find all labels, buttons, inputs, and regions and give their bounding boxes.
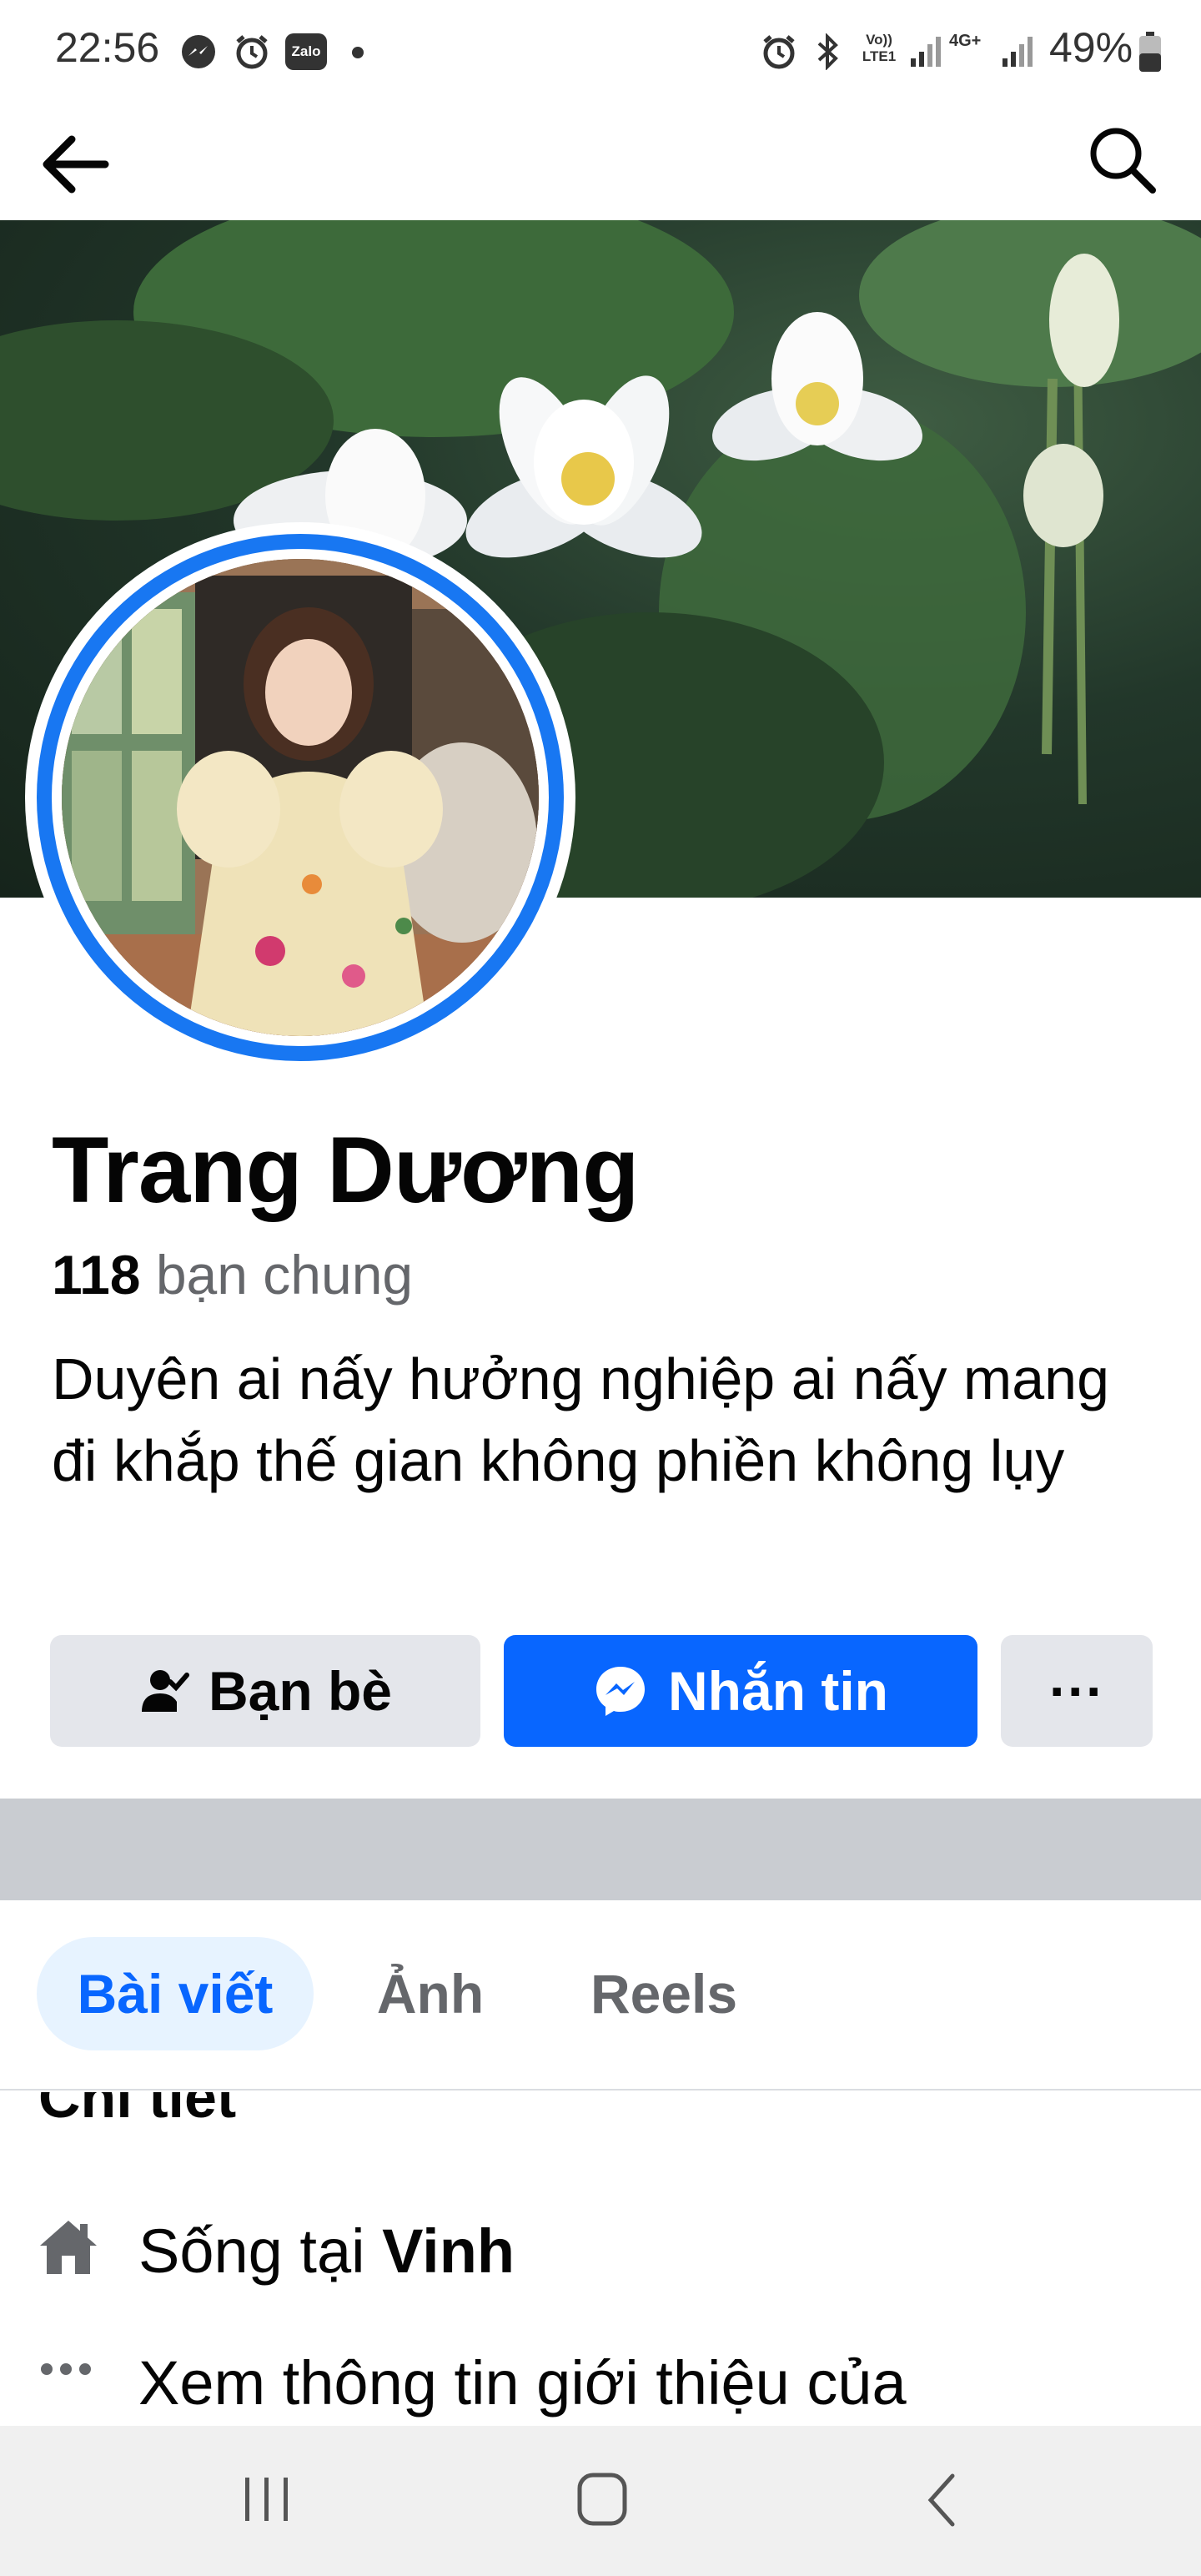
dot-icon <box>352 47 364 58</box>
messenger-icon <box>596 1667 646 1716</box>
avatar-photo <box>62 559 539 1036</box>
mutual-friends-label: bạn chung <box>155 1244 414 1306</box>
see-about-text: Xem thông tin giới thiệu của <box>138 2348 907 2418</box>
signal-icon <box>911 37 941 67</box>
tab-posts[interactable]: Bài viết <box>37 1937 314 2050</box>
friends-button[interactable]: Bạn bè <box>50 1635 480 1747</box>
profile-bio: Duyên ai nấy hưởng nghiệp ai nấy mang đi… <box>52 1346 1110 1493</box>
bluetooth-icon <box>817 33 838 70</box>
detail-lives-prefix: Sống tại <box>138 2216 365 2286</box>
top-nav <box>0 105 1201 220</box>
mutual-friends-count: 118 <box>52 1244 141 1306</box>
messenger-icon <box>182 35 215 68</box>
profile-name: Trang Dương <box>52 1118 639 1222</box>
system-nav-bar <box>0 2426 1201 2576</box>
search-icon[interactable] <box>1084 122 1161 199</box>
status-time: 22:56 <box>55 24 160 71</box>
alarm-icon <box>763 35 795 69</box>
more-options-button[interactable]: ··· <box>1001 1635 1153 1747</box>
friends-button-label: Bạn bè <box>208 1660 393 1722</box>
back-nav-icon[interactable] <box>921 2471 962 2529</box>
battery-percent: 49% <box>1049 24 1133 71</box>
battery-icon <box>1139 32 1161 72</box>
zalo-icon: Zalo <box>285 33 327 70</box>
profile-avatar[interactable] <box>25 522 575 1073</box>
tab-reels[interactable]: Reels <box>567 1937 761 2050</box>
avatar-image <box>62 559 539 1036</box>
more-dots-icon: ··· <box>1049 1660 1104 1722</box>
detail-lives-in: Sống tại Vinh <box>0 2207 1201 2291</box>
section-divider <box>0 1799 1201 1900</box>
signal-icon <box>1003 37 1033 67</box>
mutual-friends[interactable]: 118 bạn chung <box>52 1243 413 1306</box>
see-about-info[interactable]: Xem thông tin giới thiệu của <box>0 2339 1201 2423</box>
alarm-icon <box>236 35 268 69</box>
back-arrow-icon[interactable] <box>38 127 113 202</box>
profile-tabs: Bài viết Ảnh Reels <box>0 1900 1201 2090</box>
message-button-label: Nhắn tin <box>668 1660 888 1722</box>
4g-icon: 4G+ <box>949 32 982 50</box>
volte-icon: Vo)) LTE1 <box>862 32 897 64</box>
message-button[interactable]: Nhắn tin <box>504 1635 977 1747</box>
home-icon <box>40 2221 97 2274</box>
friend-check-icon <box>141 1670 189 1712</box>
tab-photos[interactable]: Ảnh <box>359 1937 502 2050</box>
home-button-icon[interactable] <box>575 2471 629 2528</box>
ellipsis-icon <box>41 2363 91 2375</box>
detail-lives-city[interactable]: Vinh <box>382 2216 515 2286</box>
status-bar: 22:56 Zalo Vo)) LTE1 4G+ 49% <box>0 0 1201 105</box>
recent-apps-icon[interactable] <box>240 2473 294 2526</box>
